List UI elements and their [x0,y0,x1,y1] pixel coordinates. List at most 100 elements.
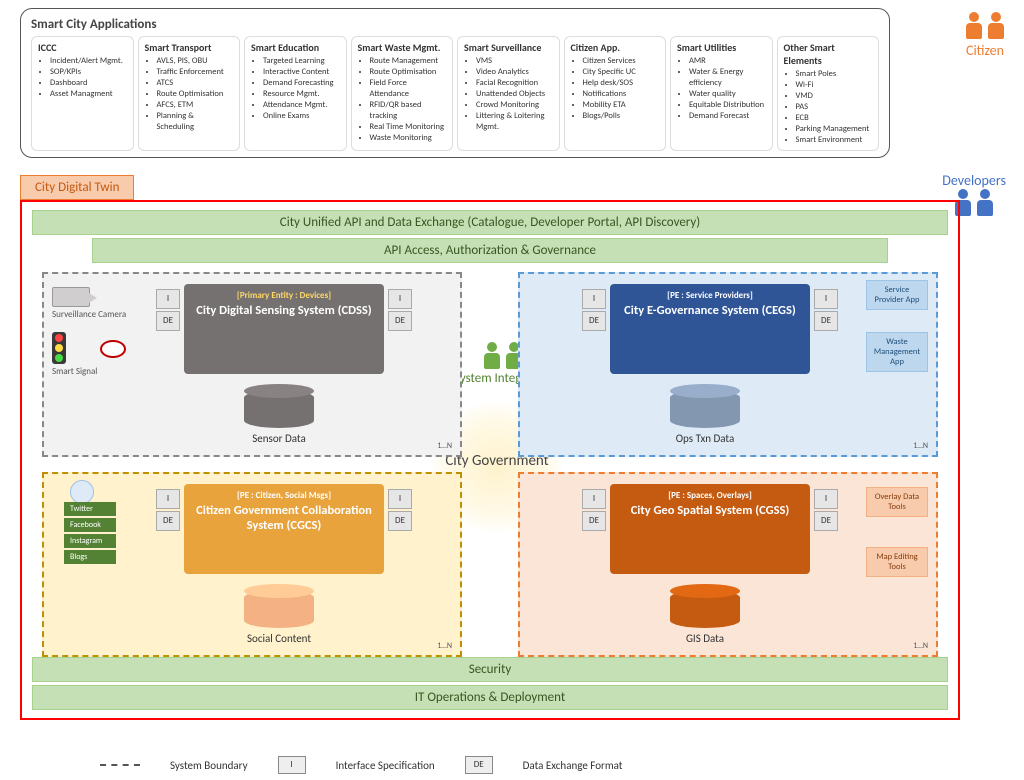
interface-box: I [388,289,412,309]
developers-label: Developers [942,172,1006,189]
city-digital-twin-box: City Unified API and Data Exchange (Cata… [20,200,960,720]
interface-box: I [814,489,838,509]
app-item: VMD [796,91,873,102]
smart-signal: Smart Signal [52,332,97,377]
person-icon [482,342,502,370]
citizen-badge: Citizen [964,12,1006,59]
legend-interface: Interface Specification [336,759,435,772]
app-item: PAS [796,102,873,113]
app-item: Help desk/SOS [583,78,660,89]
apps-title: Smart City Applications [31,17,879,32]
cgcs-pe: [PE : Citizen, Social Msgs] [190,490,378,501]
traffic-light-icon [52,332,66,364]
app-item: Mobility ETA [583,100,660,111]
app-column: Smart TransportAVLS, PIS, OBUTraffic Enf… [138,36,241,151]
social-source: Twitter [64,502,116,516]
social-source: Blogs [64,550,116,564]
app-item: Parking Management [796,124,873,135]
cegs-pe: [PE : Service Providers] [616,290,804,301]
data-exchange-box: DE [814,311,838,331]
person-icon [975,189,995,217]
legend: System Boundary I Interface Specification… [100,756,623,774]
app-item: Wi-Fi [796,80,873,91]
app-item: SOP/KPIs [50,67,127,78]
security-bar: Security [32,657,948,682]
multiplicity: 1…N [437,441,452,451]
cgss-system-box: [PE : Spaces, Overlays] City Geo Spatial… [610,484,810,574]
multiplicity: 1…N [913,441,928,451]
camera-icon [52,287,90,307]
surveillance-camera: Surveillance Camera [52,287,126,320]
overlay-data-tools: Overlay Data Tools [866,487,928,517]
app-item: Dashboard [50,78,127,89]
app-item: Resource Mgmt. [263,89,340,100]
app-item: Smart Poles [796,69,873,80]
person-icon [986,12,1006,40]
app-item: Demand Forecasting [263,78,340,89]
app-item: Route Optimisation [157,89,234,100]
cdss-name: City Digital Sensing System (CDSS) [190,303,378,318]
app-item: Real Time Monitoring [370,122,447,133]
app-item: AMR [689,56,766,67]
interface-box: I [156,489,180,509]
city-digital-twin-label: City Digital Twin [20,175,134,200]
unified-api-bar: City Unified API and Data Exchange (Cata… [32,210,948,235]
waste-mgmt-app: Waste Management App [866,332,928,372]
dashed-line-icon [100,764,140,766]
app-item: ATCS [157,78,234,89]
citizen-label: Citizen [964,42,1006,59]
interface-legend-box: I [278,756,306,774]
app-column: Smart Waste Mgmt.Route ManagementRoute O… [351,36,454,151]
app-item: Water quality [689,89,766,100]
app-column: Smart SurveillanceVMSVideo AnalyticsFaci… [457,36,560,151]
app-item: Asset Managment [50,89,127,100]
data-exchange-box: DE [814,511,838,531]
multiplicity: 1…N [437,641,452,651]
data-exchange-box: DE [156,511,180,531]
app-item: City Specific UC [583,67,660,78]
smart-city-apps-panel: Smart City Applications ICCCIncident/Ale… [20,8,890,158]
app-item: Crowd Monitoring [476,100,553,111]
avatar-icon [70,480,94,504]
app-column-header: Smart Utilities [677,41,766,54]
app-column-header: Smart Transport [145,41,234,54]
app-item: Facial Recognition [476,78,553,89]
app-item: VMS [476,56,553,67]
app-item: Route Management [370,56,447,67]
app-item: Blogs/Polls [583,111,660,122]
app-item: Online Exams [263,111,340,122]
app-item: Littering & Loitering Mgmt. [476,111,553,133]
app-item: Demand Forecast [689,111,766,122]
app-column: Smart Utilities AMRWater & Energy efficie… [670,36,773,151]
service-provider-app: Service Provider App [866,280,928,310]
cegs-system-box: [PE : Service Providers] City E-Governan… [610,284,810,374]
app-column: ICCCIncident/Alert Mgmt.SOP/KPIsDashboar… [31,36,134,151]
social-source: Facebook [64,518,116,532]
apps-grid: ICCCIncident/Alert Mgmt.SOP/KPIsDashboar… [31,36,879,151]
app-column-header: Citizen App. [571,41,660,54]
social-source: Instagram [64,534,116,548]
interface-box: I [582,489,606,509]
app-item: AVLS, PIS, OBU [157,56,234,67]
app-item: Notifications [583,89,660,100]
interface-box: I [156,289,180,309]
app-item: Waste Monitoring [370,133,447,144]
app-item: Water & Energy efficiency [689,67,766,89]
app-item: Equitable Distribution [689,100,766,111]
app-item: AFCS, ETM [157,100,234,111]
app-item: Route Optimisation [370,67,447,78]
legend-system-boundary: System Boundary [170,759,248,772]
router-icon [100,340,126,358]
app-column-header: Smart Surveillance [464,41,553,54]
legend-data-exchange: Data Exchange Format [523,759,623,772]
social-sources: Twitter Facebook Instagram Blogs [64,502,116,564]
cdss-system-box: [Primary Entity : Devices] City Digital … [184,284,384,374]
app-item: Unattended Objects [476,89,553,100]
interface-box: I [582,289,606,309]
app-item: Planning & Scheduling [157,111,234,133]
app-item: Smart Environment [796,135,873,146]
api-access-bar: API Access, Authorization & Governance [92,238,888,263]
app-item: Citizen Services [583,56,660,67]
cgss-pe: [PE : Spaces, Overlays] [616,490,804,501]
app-column-header: ICCC [38,41,127,54]
